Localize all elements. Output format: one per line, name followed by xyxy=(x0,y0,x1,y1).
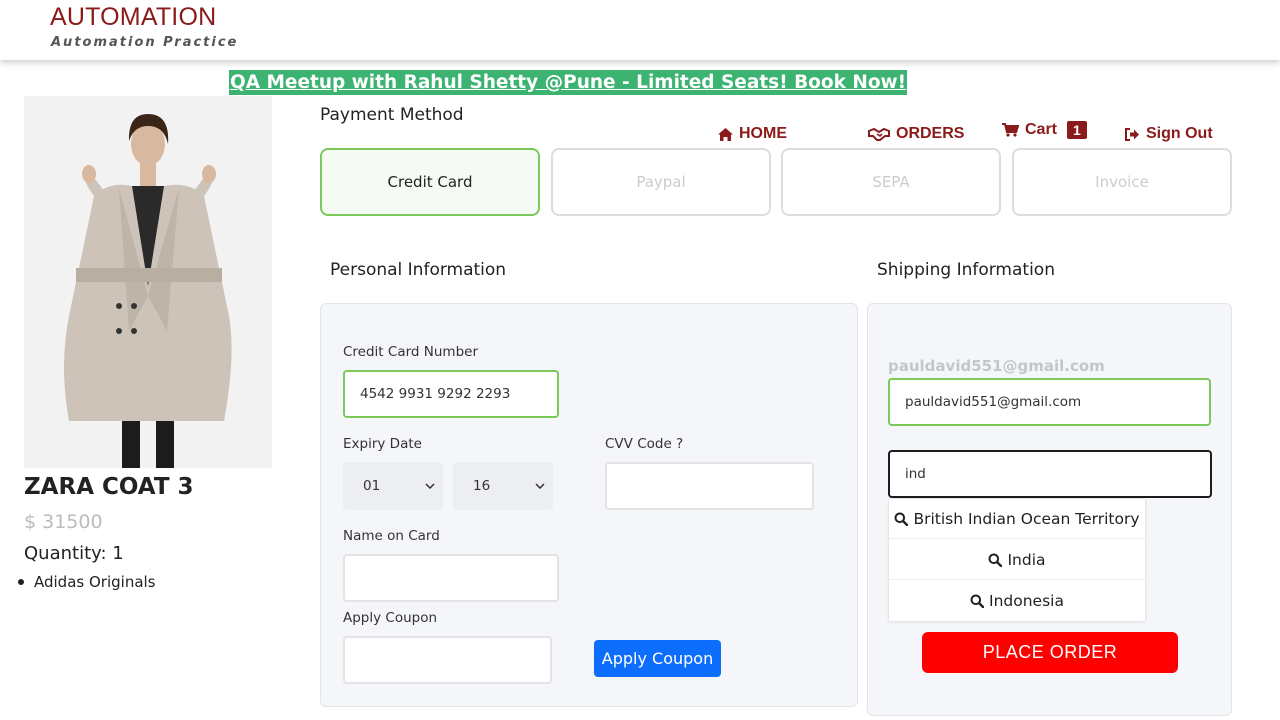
suggestion-india[interactable]: India xyxy=(889,540,1145,580)
expiry-year-select[interactable]: 16 xyxy=(453,462,553,510)
payment-paypal[interactable]: Paypal xyxy=(551,148,771,216)
suggestion-indonesia[interactable]: Indonesia xyxy=(889,581,1145,621)
shipping-email-display: pauldavid551@gmail.com xyxy=(888,357,1105,375)
apply-coupon-label: Apply Coupon xyxy=(343,610,438,626)
bullet-point xyxy=(18,579,24,585)
search-icon xyxy=(970,594,985,608)
shipping-information-title: Shipping Information xyxy=(877,260,1055,280)
chevron-down-icon xyxy=(535,483,545,489)
personal-information-title: Personal Information xyxy=(330,260,507,280)
chevron-down-icon xyxy=(425,483,435,489)
nav-cart[interactable]: Cart 1 xyxy=(1002,121,1087,139)
cvv-label: CVV Code ? xyxy=(605,436,684,452)
sign-out-icon xyxy=(1125,127,1139,141)
expiry-month-select[interactable]: 01 xyxy=(343,462,443,510)
product-image xyxy=(24,96,272,468)
cvv-input[interactable] xyxy=(605,462,814,510)
nav-home[interactable]: HOME xyxy=(718,125,787,143)
name-on-card-input[interactable] xyxy=(343,554,559,602)
logo-title[interactable]: AUTOMATION xyxy=(50,3,216,32)
nav-home-label: HOME xyxy=(739,125,787,142)
product-price: $ 31500 xyxy=(24,511,103,533)
suggestion-label: British Indian Ocean Territory xyxy=(913,509,1140,528)
product-name: ZARA COAT 3 xyxy=(24,474,194,500)
suggestion-label: India xyxy=(1007,550,1046,569)
payment-method-title: Payment Method xyxy=(320,105,464,125)
logo-subtitle: Automation Practice xyxy=(51,35,239,50)
coat-photo xyxy=(24,96,272,468)
cc-number-label: Credit Card Number xyxy=(343,344,478,360)
cart-icon xyxy=(1002,123,1019,137)
suggestion-british-indian-ocean-territory[interactable]: British Indian Ocean Territory xyxy=(889,499,1145,539)
nav-orders-label: ORDERS xyxy=(896,125,965,142)
expiry-date-label: Expiry Date xyxy=(343,436,422,452)
search-icon xyxy=(894,512,909,526)
expiry-year-value: 16 xyxy=(473,478,491,494)
nav-sign-out-label: Sign Out xyxy=(1146,125,1213,142)
country-input[interactable]: ind xyxy=(888,450,1212,498)
search-icon xyxy=(988,553,1003,567)
place-order-button[interactable]: PLACE ORDER xyxy=(922,632,1178,673)
cc-number-input[interactable]: 4542 9931 9292 2293 xyxy=(343,370,559,418)
site-header: AUTOMATION Automation Practice xyxy=(0,0,1280,60)
product-quantity: Quantity: 1 xyxy=(24,543,124,564)
promo-banner-link[interactable]: QA Meetup with Rahul Shetty @Pune - Limi… xyxy=(229,70,908,95)
coupon-input[interactable] xyxy=(343,636,552,684)
product-brand: Adidas Originals xyxy=(34,573,156,591)
handshake-icon xyxy=(868,127,890,141)
apply-coupon-button[interactable]: Apply Coupon xyxy=(594,640,721,677)
nav-cart-label: Cart xyxy=(1025,121,1058,138)
payment-credit-card[interactable]: Credit Card xyxy=(320,148,540,216)
name-on-card-label: Name on Card xyxy=(343,528,440,544)
payment-sepa[interactable]: SEPA xyxy=(781,148,1001,216)
payment-invoice[interactable]: Invoice xyxy=(1012,148,1232,216)
suggestion-label: Indonesia xyxy=(989,592,1064,610)
cart-count-badge: 1 xyxy=(1067,121,1087,139)
expiry-month-value: 01 xyxy=(363,478,381,494)
shipping-email-input[interactable]: pauldavid551@gmail.com xyxy=(888,378,1211,426)
home-icon xyxy=(718,127,733,141)
nav-sign-out[interactable]: Sign Out xyxy=(1125,125,1213,143)
nav-orders[interactable]: ORDERS xyxy=(868,125,964,143)
